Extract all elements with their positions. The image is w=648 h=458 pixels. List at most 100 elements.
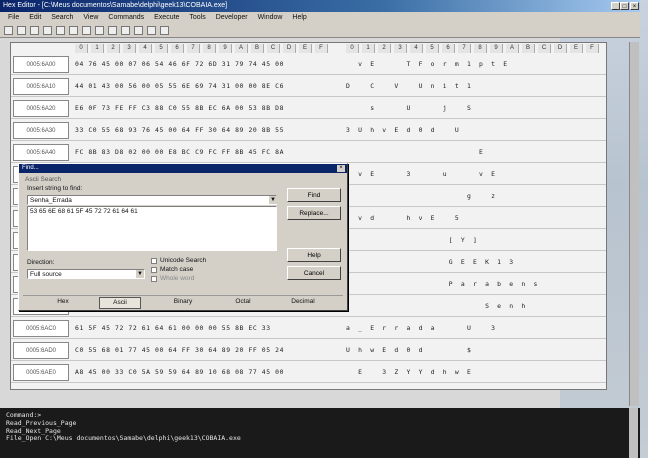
row-ascii[interactable]: s U j S [346,100,521,117]
hex-column-header: D [283,44,296,53]
new-icon[interactable] [4,26,13,35]
hex-column-header: 9 [219,44,232,53]
hex-column-header: 1 [91,44,104,53]
unicode-checkbox[interactable] [151,258,157,264]
open-icon[interactable] [17,26,26,35]
find-icon[interactable] [108,26,117,35]
hex-preview-box: 53 65 6E 68 61 5F 45 72 72 61 64 61 [27,206,277,251]
row-divider [11,140,606,141]
match-case-checkbox[interactable] [151,267,157,273]
menu-execute[interactable]: Execute [154,12,179,23]
preview-icon[interactable] [69,26,78,35]
row-divider [11,360,606,361]
row-ascii[interactable]: P a r a b e n s [346,276,540,293]
menu-tools[interactable]: Tools [189,12,205,23]
menu-window[interactable]: Window [258,12,283,23]
goto-icon[interactable] [147,26,156,35]
hex-column-header: E [299,44,312,53]
row-ascii[interactable]: a _ E r r a d a U 3 [346,320,521,337]
row-ascii[interactable]: v E T F o r m 1 p t E [346,56,521,73]
tab-ascii[interactable]: Ascii [99,297,141,309]
vertical-scrollbar[interactable] [629,42,639,406]
save-all-icon[interactable] [43,26,52,35]
row-address[interactable]: 0005:6A10 [13,78,69,95]
cancel-button[interactable]: Cancel [287,266,341,280]
direction-dropdown-arrow-icon[interactable]: ▼ [136,270,144,278]
row-ascii[interactable]: U h w E d 0 d $ [346,342,521,359]
dialog-close-icon[interactable]: × [337,165,345,172]
row-divider [11,316,606,317]
command-pane[interactable]: Command:> Read_Previous_Page Read_Next_P… [0,408,640,458]
row-ascii[interactable]: g z [346,188,521,205]
row-hex-bytes[interactable]: C0 55 68 01 77 45 00 64 FF 30 64 89 20 F… [75,342,284,359]
row-hex-bytes[interactable]: 61 5F 45 72 72 61 64 61 00 00 00 55 8B E… [75,320,271,337]
hex-column-header: 2 [107,44,120,53]
hex-column-header: 8 [203,44,216,53]
menu-file[interactable]: File [8,12,19,23]
hex-column-header: C [267,44,280,53]
row-ascii[interactable]: 3 U h v E d 0 d U [346,122,521,139]
row-ascii[interactable]: [ Y ] [346,232,521,249]
bookmark-icon[interactable] [160,26,169,35]
minimize-button[interactable]: _ [611,2,620,10]
row-divider [11,74,606,75]
row-hex-bytes[interactable]: E6 0F 73 FE FF C3 88 C0 55 8B EC 6A 00 5… [75,100,284,117]
menu-search[interactable]: Search [51,12,73,23]
row-address[interactable]: 0005:6A40 [13,144,69,161]
replace-icon[interactable] [134,26,143,35]
menu-help[interactable]: Help [292,12,306,23]
row-address[interactable]: 0005:6A00 [13,56,69,73]
maximize-button[interactable]: □ [620,2,629,10]
paste-icon[interactable] [95,26,104,35]
menu-view[interactable]: View [83,12,98,23]
direction-select[interactable]: Full source [27,269,145,279]
command-scrollbar[interactable] [629,408,638,458]
tab-hex[interactable]: Hex [43,297,83,307]
row-ascii[interactable]: S e n h [346,298,527,315]
row-ascii[interactable]: E 3 Z Y Y d h w E [346,364,521,381]
tab-decimal[interactable]: Decimal [283,297,323,307]
row-ascii[interactable]: E [346,144,521,161]
print-icon[interactable] [56,26,65,35]
tab-octal[interactable]: Octal [223,297,263,307]
menu-edit[interactable]: Edit [29,12,41,23]
find-next-icon[interactable] [121,26,130,35]
whole-word-label: Whole word [160,275,195,282]
row-address[interactable]: 0005:6AC0 [13,320,69,337]
menu-commands[interactable]: Commands [108,12,144,23]
row-hex-bytes[interactable]: A8 45 00 33 C0 5A 59 59 64 89 10 68 08 7… [75,364,284,381]
help-button[interactable]: Help [287,248,341,262]
row-hex-bytes[interactable]: 44 01 43 00 56 00 05 55 6E 69 74 31 00 0… [75,78,284,95]
close-button[interactable]: × [630,2,639,10]
row-address[interactable]: 0005:6A30 [13,122,69,139]
row-ascii[interactable]: v d h v E 5 [346,210,521,227]
hex-column-header: 4 [139,44,152,53]
row-ascii[interactable]: G E E K 1 3 [346,254,521,271]
row-ascii[interactable]: D C V U n i t 1 [346,78,521,95]
menu-developer[interactable]: Developer [216,12,248,23]
row-hex-bytes[interactable]: FC 8B 83 D8 02 00 00 E8 BC C9 FC FF 8B 4… [75,144,284,161]
command-line: File_Open C:\Meus documentos\Samabe\delp… [6,434,241,443]
row-divider [11,118,606,119]
ascii-column-header: 8 [474,44,487,53]
ascii-column-header: 2 [378,44,391,53]
row-ascii[interactable]: v E 3 u v E [346,166,521,183]
whole-word-checkbox[interactable] [151,276,157,282]
save-icon[interactable] [30,26,39,35]
row-address[interactable]: 0005:6AD0 [13,342,69,359]
find-button[interactable]: Find [287,188,341,202]
copy-icon[interactable] [82,26,91,35]
tab-binary[interactable]: Binary [163,297,203,307]
ascii-column-header: 6 [442,44,455,53]
ascii-column-header: 9 [490,44,503,53]
row-address[interactable]: 0005:6AE0 [13,364,69,381]
match-case-label: Match case [160,266,194,273]
search-dropdown-arrow-icon[interactable]: ▼ [269,196,277,204]
replace-button[interactable]: Replace... [287,206,341,220]
search-input[interactable]: Senha_Errada [27,195,277,205]
search-prompt: Insert string to find: [27,185,83,192]
window-title: Hex Editor - [C:\Meus documentos\Samabe\… [3,2,228,9]
row-address[interactable]: 0005:6A20 [13,100,69,117]
row-hex-bytes[interactable]: 33 C0 55 68 93 76 45 00 64 FF 30 64 89 2… [75,122,284,139]
row-hex-bytes[interactable]: 04 76 45 00 07 06 54 46 6F 72 6D 31 79 7… [75,56,284,73]
